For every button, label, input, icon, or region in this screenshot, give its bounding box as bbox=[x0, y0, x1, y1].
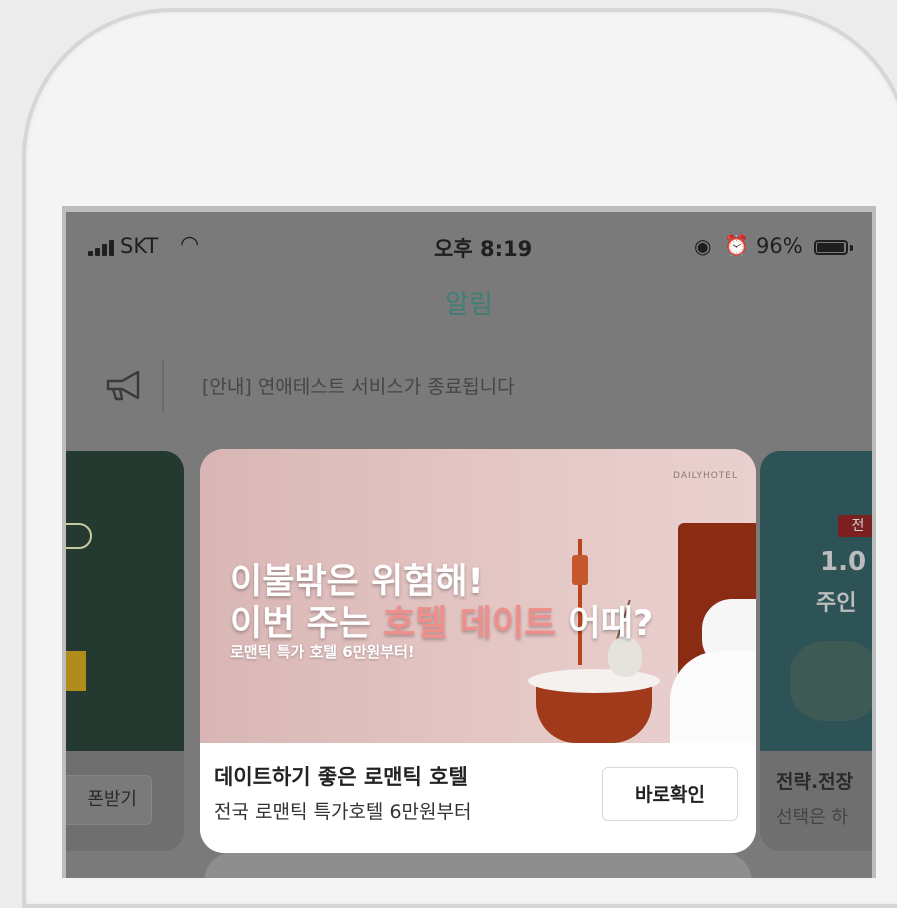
promo-hero-image[interactable]: DAILYHOTEL 이불밖은 위험해! 이번 주는 호텔 데이트 어때? 로맨… bbox=[200, 449, 756, 743]
page-title: 알림 bbox=[445, 290, 493, 320]
hero-headline-3: 로맨틱 특가 호텔 6만원부터! bbox=[230, 643, 415, 661]
promo-title: 데이트하기 좋은 로맨틱 호텔 bbox=[214, 765, 468, 789]
banner-tag: 전 bbox=[838, 515, 872, 537]
status-bar: SKT ◠ 오후 8:19 ◉ ⏰ 96% bbox=[66, 212, 872, 272]
lamp-head bbox=[572, 555, 588, 585]
notice-banner[interactable]: [안내] 연애테스트 서비스가 종료됩니다 bbox=[66, 350, 872, 420]
check-now-button[interactable]: 바로확인 bbox=[602, 767, 738, 821]
right-card-subtitle: 선택은 하 bbox=[776, 807, 848, 828]
megaphone-icon bbox=[106, 370, 140, 401]
next-card-peek bbox=[204, 852, 752, 878]
banner-headline: 1.0 bbox=[820, 547, 867, 577]
carrier-label: SKT bbox=[120, 234, 159, 258]
clock: 오후 8:19 bbox=[434, 237, 533, 261]
signal-icon bbox=[88, 240, 116, 256]
left-card-button[interactable]: 폰받기 bbox=[66, 775, 152, 825]
hero-headline-2-suffix: 어때? bbox=[556, 604, 654, 644]
banner-highlight bbox=[66, 651, 86, 691]
hero-headline-2-prefix: 이번 주는 bbox=[230, 604, 384, 644]
banner-graphic bbox=[62, 625, 64, 643]
banner-decoration bbox=[790, 641, 872, 721]
banner-graphic bbox=[62, 581, 64, 615]
battery-percent: 96% bbox=[756, 234, 803, 258]
banner-headline-2: 주인 bbox=[816, 591, 857, 616]
banner-card-right[interactable]: 전 1.0 주인 전략.전장 선택은 하 bbox=[760, 451, 872, 851]
nightstand-top bbox=[528, 669, 660, 693]
right-card-title: 전략.전장 bbox=[776, 771, 854, 793]
notice-divider bbox=[162, 360, 164, 412]
promo-subtitle: 전국 로맨틱 특가호텔 6만원부터 bbox=[214, 801, 472, 823]
battery-icon bbox=[814, 240, 848, 255]
hero-headline-2: 이번 주는 호텔 데이트 어때? bbox=[230, 595, 653, 646]
brand-logo: DAILYHOTEL bbox=[673, 471, 738, 481]
battery-fill bbox=[817, 243, 844, 252]
wifi-icon: ◠ bbox=[180, 232, 200, 257]
alarm-icon: ⏰ bbox=[724, 233, 749, 257]
notice-text[interactable]: [안내] 연애테스트 서비스가 종료됩니다 bbox=[202, 372, 515, 399]
banner-image-left bbox=[66, 451, 184, 751]
banner-badge bbox=[66, 523, 92, 549]
promo-popup[interactable]: DAILYHOTEL 이불밖은 위험해! 이번 주는 호텔 데이트 어때? 로맨… bbox=[200, 449, 756, 853]
promo-footer: 데이트하기 좋은 로맨틱 호텔 전국 로맨틱 특가호텔 6만원부터 바로확인 bbox=[200, 743, 756, 853]
rotation-lock-icon: ◉ bbox=[694, 234, 712, 258]
banner-card-left[interactable]: 폰받기 bbox=[62, 451, 184, 851]
phone-screen: SKT ◠ 오후 8:19 ◉ ⏰ 96% 알림 [안내] 연애테스트 서비스가… bbox=[62, 206, 876, 878]
hero-headline-2-emphasis: 호텔 데이트 bbox=[383, 604, 557, 644]
battery-tip bbox=[850, 245, 853, 251]
